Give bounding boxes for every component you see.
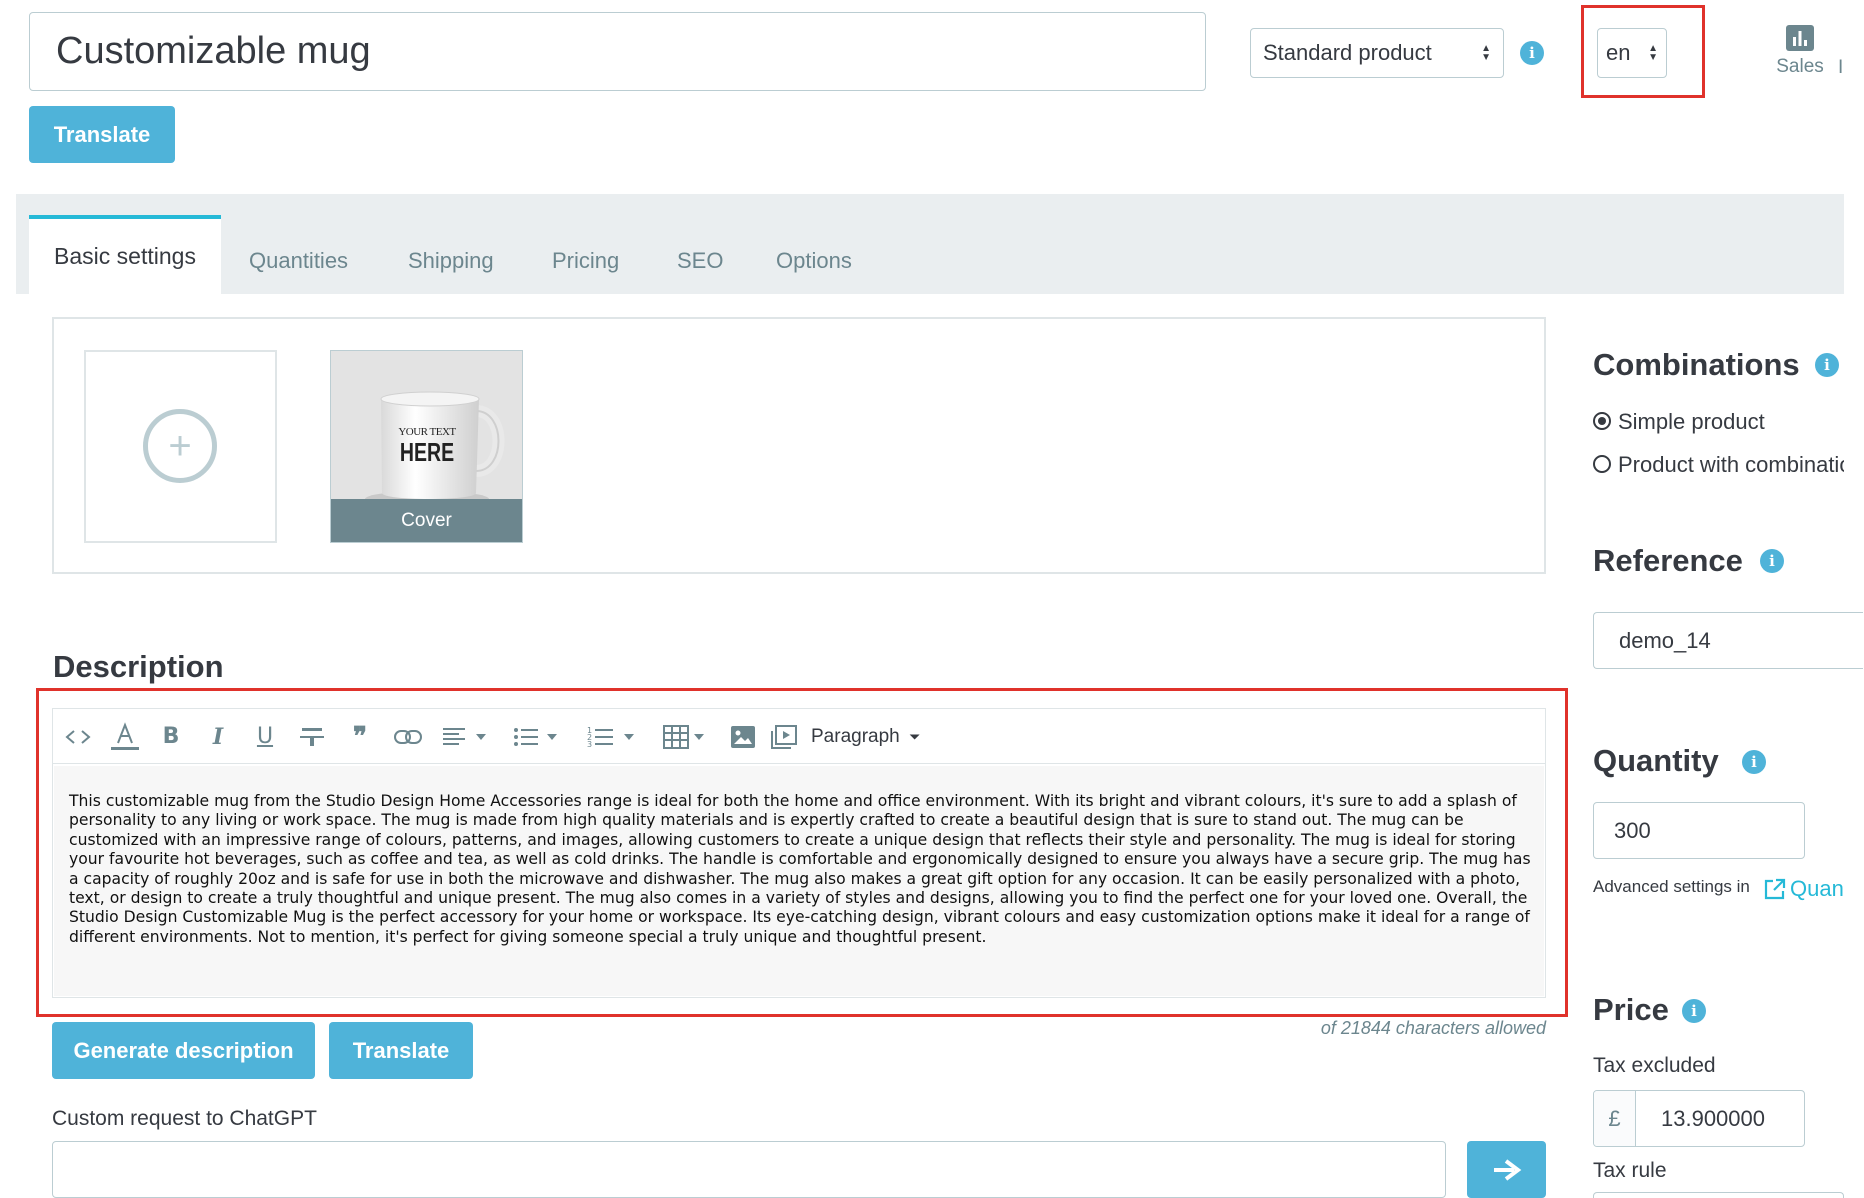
add-image-icon[interactable]: + — [143, 409, 217, 483]
quantity-title: Quantity — [1593, 743, 1719, 778]
price-info-icon[interactable]: i — [1682, 999, 1706, 1023]
tax-excluded-label: Tax excluded — [1593, 1054, 1716, 1077]
language-value: en — [1606, 40, 1631, 65]
description-title: Description — [53, 649, 224, 684]
tab-pricing[interactable]: Pricing — [552, 228, 619, 294]
cutoff-header-label: I — [1838, 57, 1844, 78]
product-type-select[interactable]: Standard product ▲ ▼ — [1250, 28, 1504, 78]
reference-info-icon[interactable]: i — [1760, 549, 1784, 573]
quantity-input[interactable]: 300 — [1593, 802, 1805, 859]
bar-chart-icon — [1786, 25, 1814, 51]
reference-title: Reference — [1593, 543, 1743, 578]
tax-rule-select[interactable] — [1593, 1192, 1844, 1198]
generate-description-button[interactable]: Generate description — [52, 1022, 315, 1079]
combinations-title: Combinations — [1593, 347, 1800, 382]
translate-description-button[interactable]: Translate — [329, 1022, 473, 1079]
character-counter: of 21844 characters allowed — [1320, 1018, 1546, 1038]
paper-plane-icon — [1493, 1158, 1521, 1181]
external-link-icon — [1764, 878, 1786, 900]
price-tax-excluded-input[interactable]: £ 13.900000 — [1593, 1090, 1805, 1147]
combinations-label[interactable]: Product with combinations — [1618, 452, 1844, 478]
tab-options[interactable]: Options — [776, 228, 852, 294]
simple-product-label[interactable]: Simple product — [1618, 409, 1765, 435]
description-highlight-frame — [36, 688, 1568, 1017]
quantities-link[interactable]: Quantities — [1763, 876, 1844, 902]
send-request-button[interactable] — [1467, 1141, 1546, 1198]
reference-input[interactable]: demo_14 — [1593, 612, 1863, 669]
tab-shipping[interactable]: Shipping — [408, 228, 494, 294]
mug-text-large: HERE — [399, 437, 455, 467]
currency-addon: £ — [1594, 1091, 1636, 1146]
translate-name-button[interactable]: Translate — [29, 106, 175, 163]
quantity-value: 300 — [1614, 817, 1651, 843]
advanced-settings-label: Advanced settings in — [1593, 877, 1750, 896]
simple-product-radio[interactable] — [1593, 412, 1611, 430]
language-arrows-icon: ▲ ▼ — [1648, 43, 1658, 63]
combinations-info-icon[interactable]: i — [1815, 353, 1839, 377]
price-value: 13.900000 — [1661, 1105, 1765, 1131]
sales-button[interactable]: Sales — [1770, 24, 1830, 84]
price-title: Price — [1593, 992, 1669, 1027]
language-select[interactable]: en ▲ ▼ — [1597, 28, 1667, 78]
custom-request-label: Custom request to ChatGPT — [52, 1107, 317, 1130]
quantity-info-icon[interactable]: i — [1742, 750, 1766, 774]
select-arrows-icon: ▲ ▼ — [1481, 43, 1491, 63]
tab-seo[interactable]: SEO — [677, 228, 723, 294]
custom-request-input[interactable] — [52, 1141, 1446, 1198]
cover-badge: Cover — [331, 499, 522, 542]
product-type-info-icon[interactable]: i — [1520, 41, 1544, 65]
product-name-value: Customizable mug — [56, 30, 371, 72]
sales-label: Sales — [1776, 56, 1824, 77]
product-name-input[interactable]: Customizable mug — [29, 12, 1206, 91]
product-type-value: Standard product — [1263, 40, 1432, 65]
tax-rule-label: Tax rule — [1593, 1159, 1667, 1182]
quantities-link-label: Quantities — [1790, 876, 1844, 901]
combinations-radio[interactable] — [1593, 455, 1611, 473]
tab-basic-settings[interactable]: Basic settings — [29, 215, 221, 294]
tab-quantities[interactable]: Quantities — [249, 228, 348, 294]
reference-value: demo_14 — [1619, 627, 1711, 653]
